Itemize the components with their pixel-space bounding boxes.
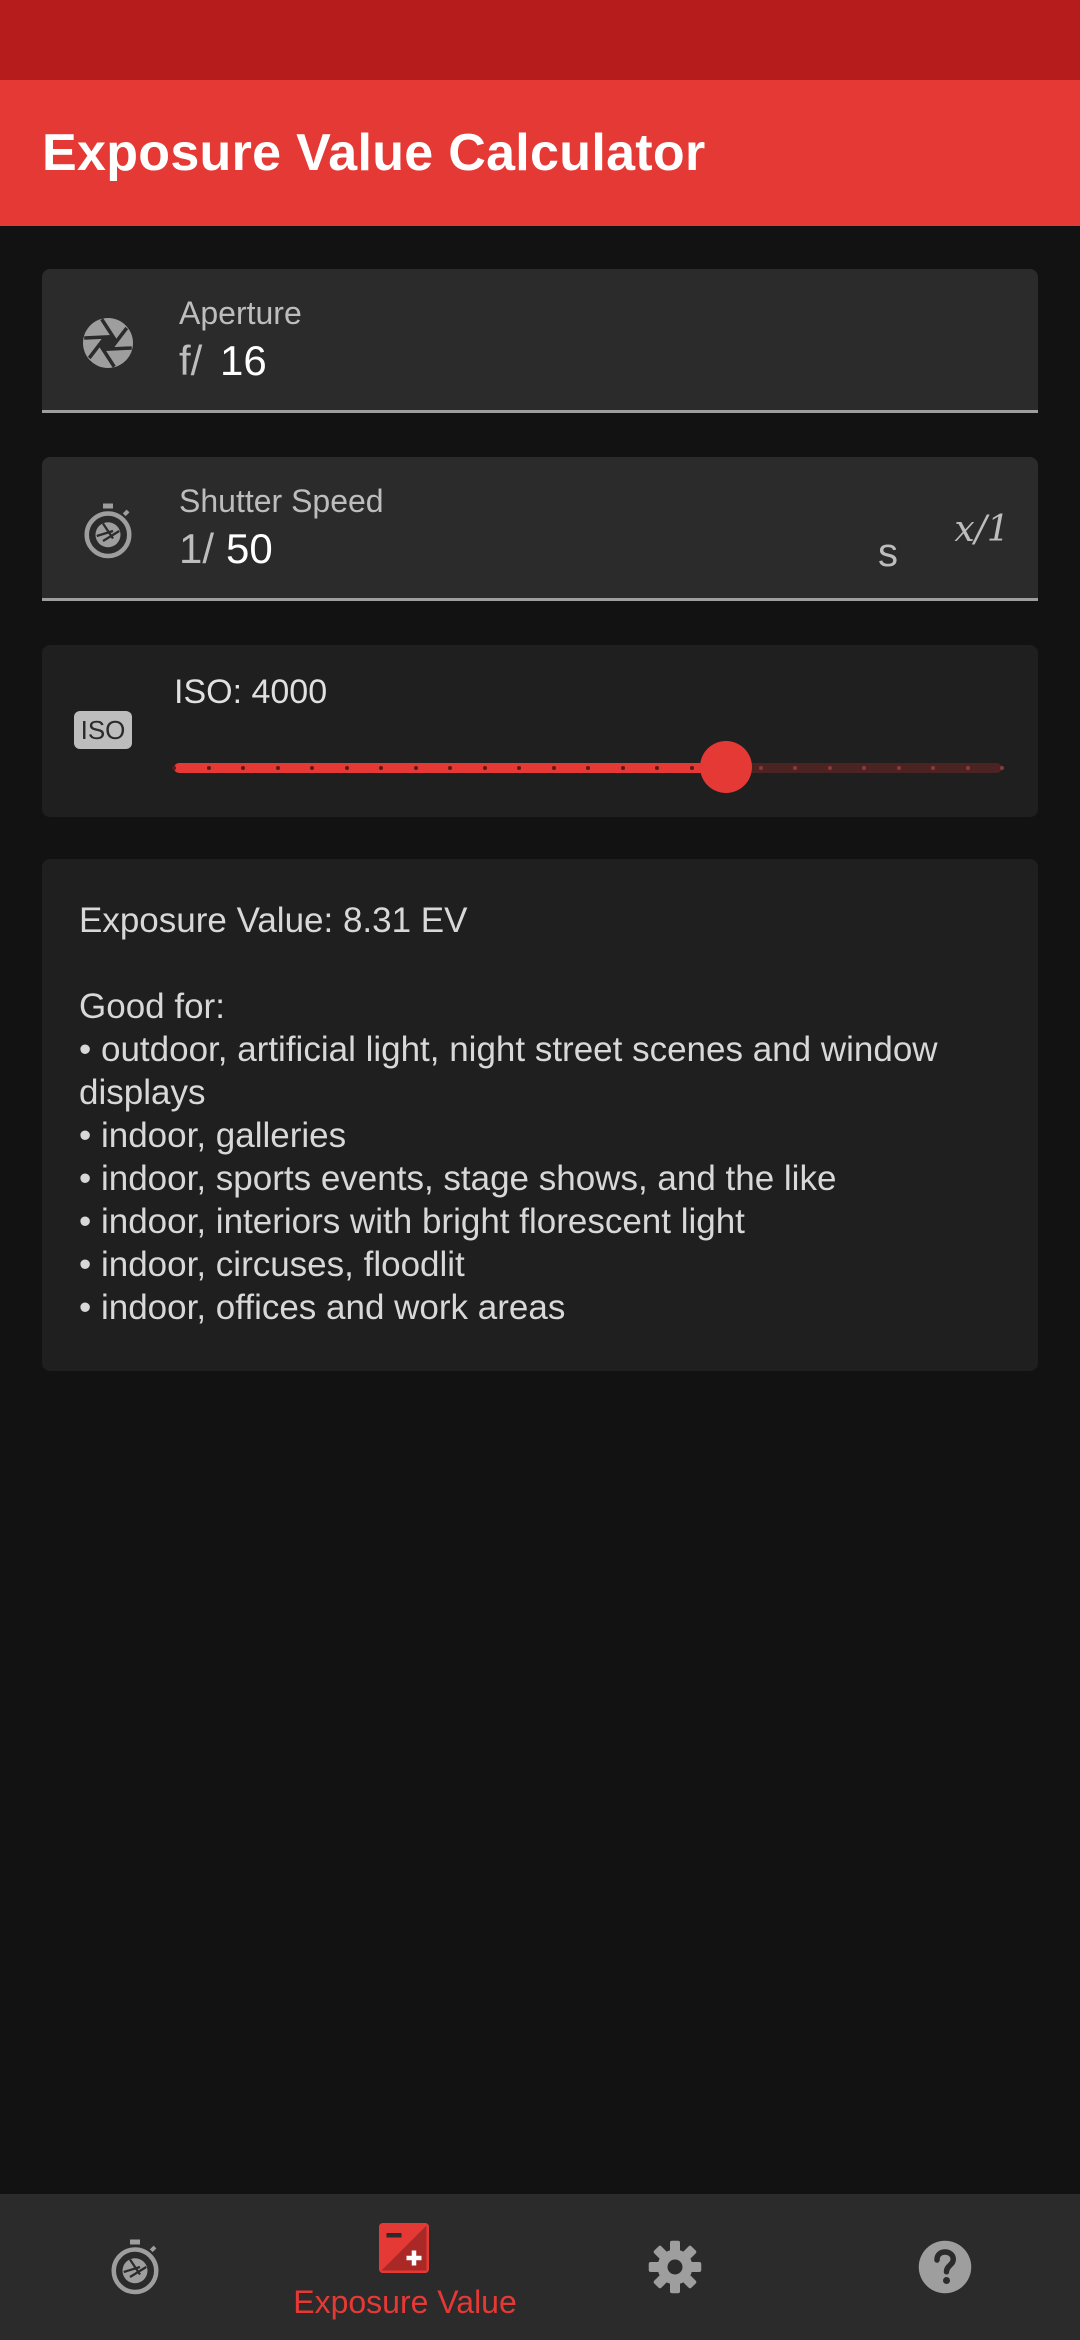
slider-tick [827,766,832,770]
exposure-icon [374,2218,434,2278]
shutter-speed-input[interactable]: 50 [226,525,273,573]
slider-tick [965,766,970,770]
aperture-field[interactable]: Aperture f/ 16 [42,269,1038,413]
slider-tick [275,766,280,770]
aperture-icon [78,313,138,373]
aperture-input[interactable]: 16 [220,337,267,385]
slider-tick [620,766,625,770]
status-bar [0,0,1080,80]
slider-tick [172,766,176,770]
slider-tick [344,766,349,770]
slider-tick [413,766,418,770]
slider-tick [206,766,211,770]
page-title: Exposure Value Calculator [42,124,706,182]
shutter-speed-field[interactable]: Shutter Speed 1/ 50 s x/1 [42,457,1038,601]
slider-tick [482,766,487,770]
result-card: Exposure Value: 8.31 EV Good for: • outd… [42,859,1038,1371]
shutter-speed-unit: s [878,531,898,575]
slider-tick [517,766,521,770]
slider-tick [241,766,245,770]
slider-tick [551,766,556,770]
slider-tick [931,766,935,770]
list-item: • indoor, sports events, stage shows, an… [79,1159,837,1198]
slider-tick [448,766,452,770]
good-for-label: Good for: [79,987,225,1026]
slider-tick [1000,766,1004,770]
iso-label: ISO: 4000 [174,673,328,711]
stopwatch-icon [78,501,138,561]
app-bar: Exposure Value Calculator [0,80,1080,226]
aperture-prefix: f/ [179,337,203,384]
slider-tick [310,766,314,770]
slider-tick [655,766,659,770]
nav-item-settings[interactable] [540,2194,810,2340]
slider-tick [758,766,763,770]
list-item: • outdoor, artificial light, night stree… [79,1030,938,1112]
slider-tick [793,766,797,770]
iso-icon: ISO [74,711,132,749]
shutter-speed-label: Shutter Speed [179,483,384,519]
aperture-label: Aperture [179,295,302,331]
gear-icon [645,2237,705,2297]
help-icon [915,2237,975,2297]
nav-label-exposure-value: Exposure Value [293,2284,517,2320]
exposure-value-result: Exposure Value: 8.31 EV [79,901,468,940]
bottom-nav: Exposure Value [0,2194,1080,2340]
slider-tick [379,766,383,770]
slider-tick [896,766,901,770]
slider-tick [689,766,694,770]
list-item: • indoor, offices and work areas [79,1288,566,1327]
nav-item-help[interactable] [810,2194,1080,2340]
nav-item-timer[interactable] [0,2194,270,2340]
list-item: • indoor, circuses, floodlit [79,1245,465,1284]
iso-slider[interactable] [172,741,1004,793]
iso-card: ISO ISO: 4000 [42,645,1038,817]
slider-tick [586,766,590,770]
shutter-mode-toggle[interactable]: x/1 [942,501,1022,557]
shutter-speed-prefix: 1/ [179,525,215,572]
stopwatch-icon [105,2237,165,2297]
list-item: • indoor, galleries [79,1116,347,1155]
slider-tick [862,766,866,770]
nav-item-exposure-value[interactable]: Exposure Value [270,2194,540,2340]
slider-thumb[interactable] [700,741,752,793]
list-item: • indoor, interiors with bright floresce… [79,1202,745,1241]
